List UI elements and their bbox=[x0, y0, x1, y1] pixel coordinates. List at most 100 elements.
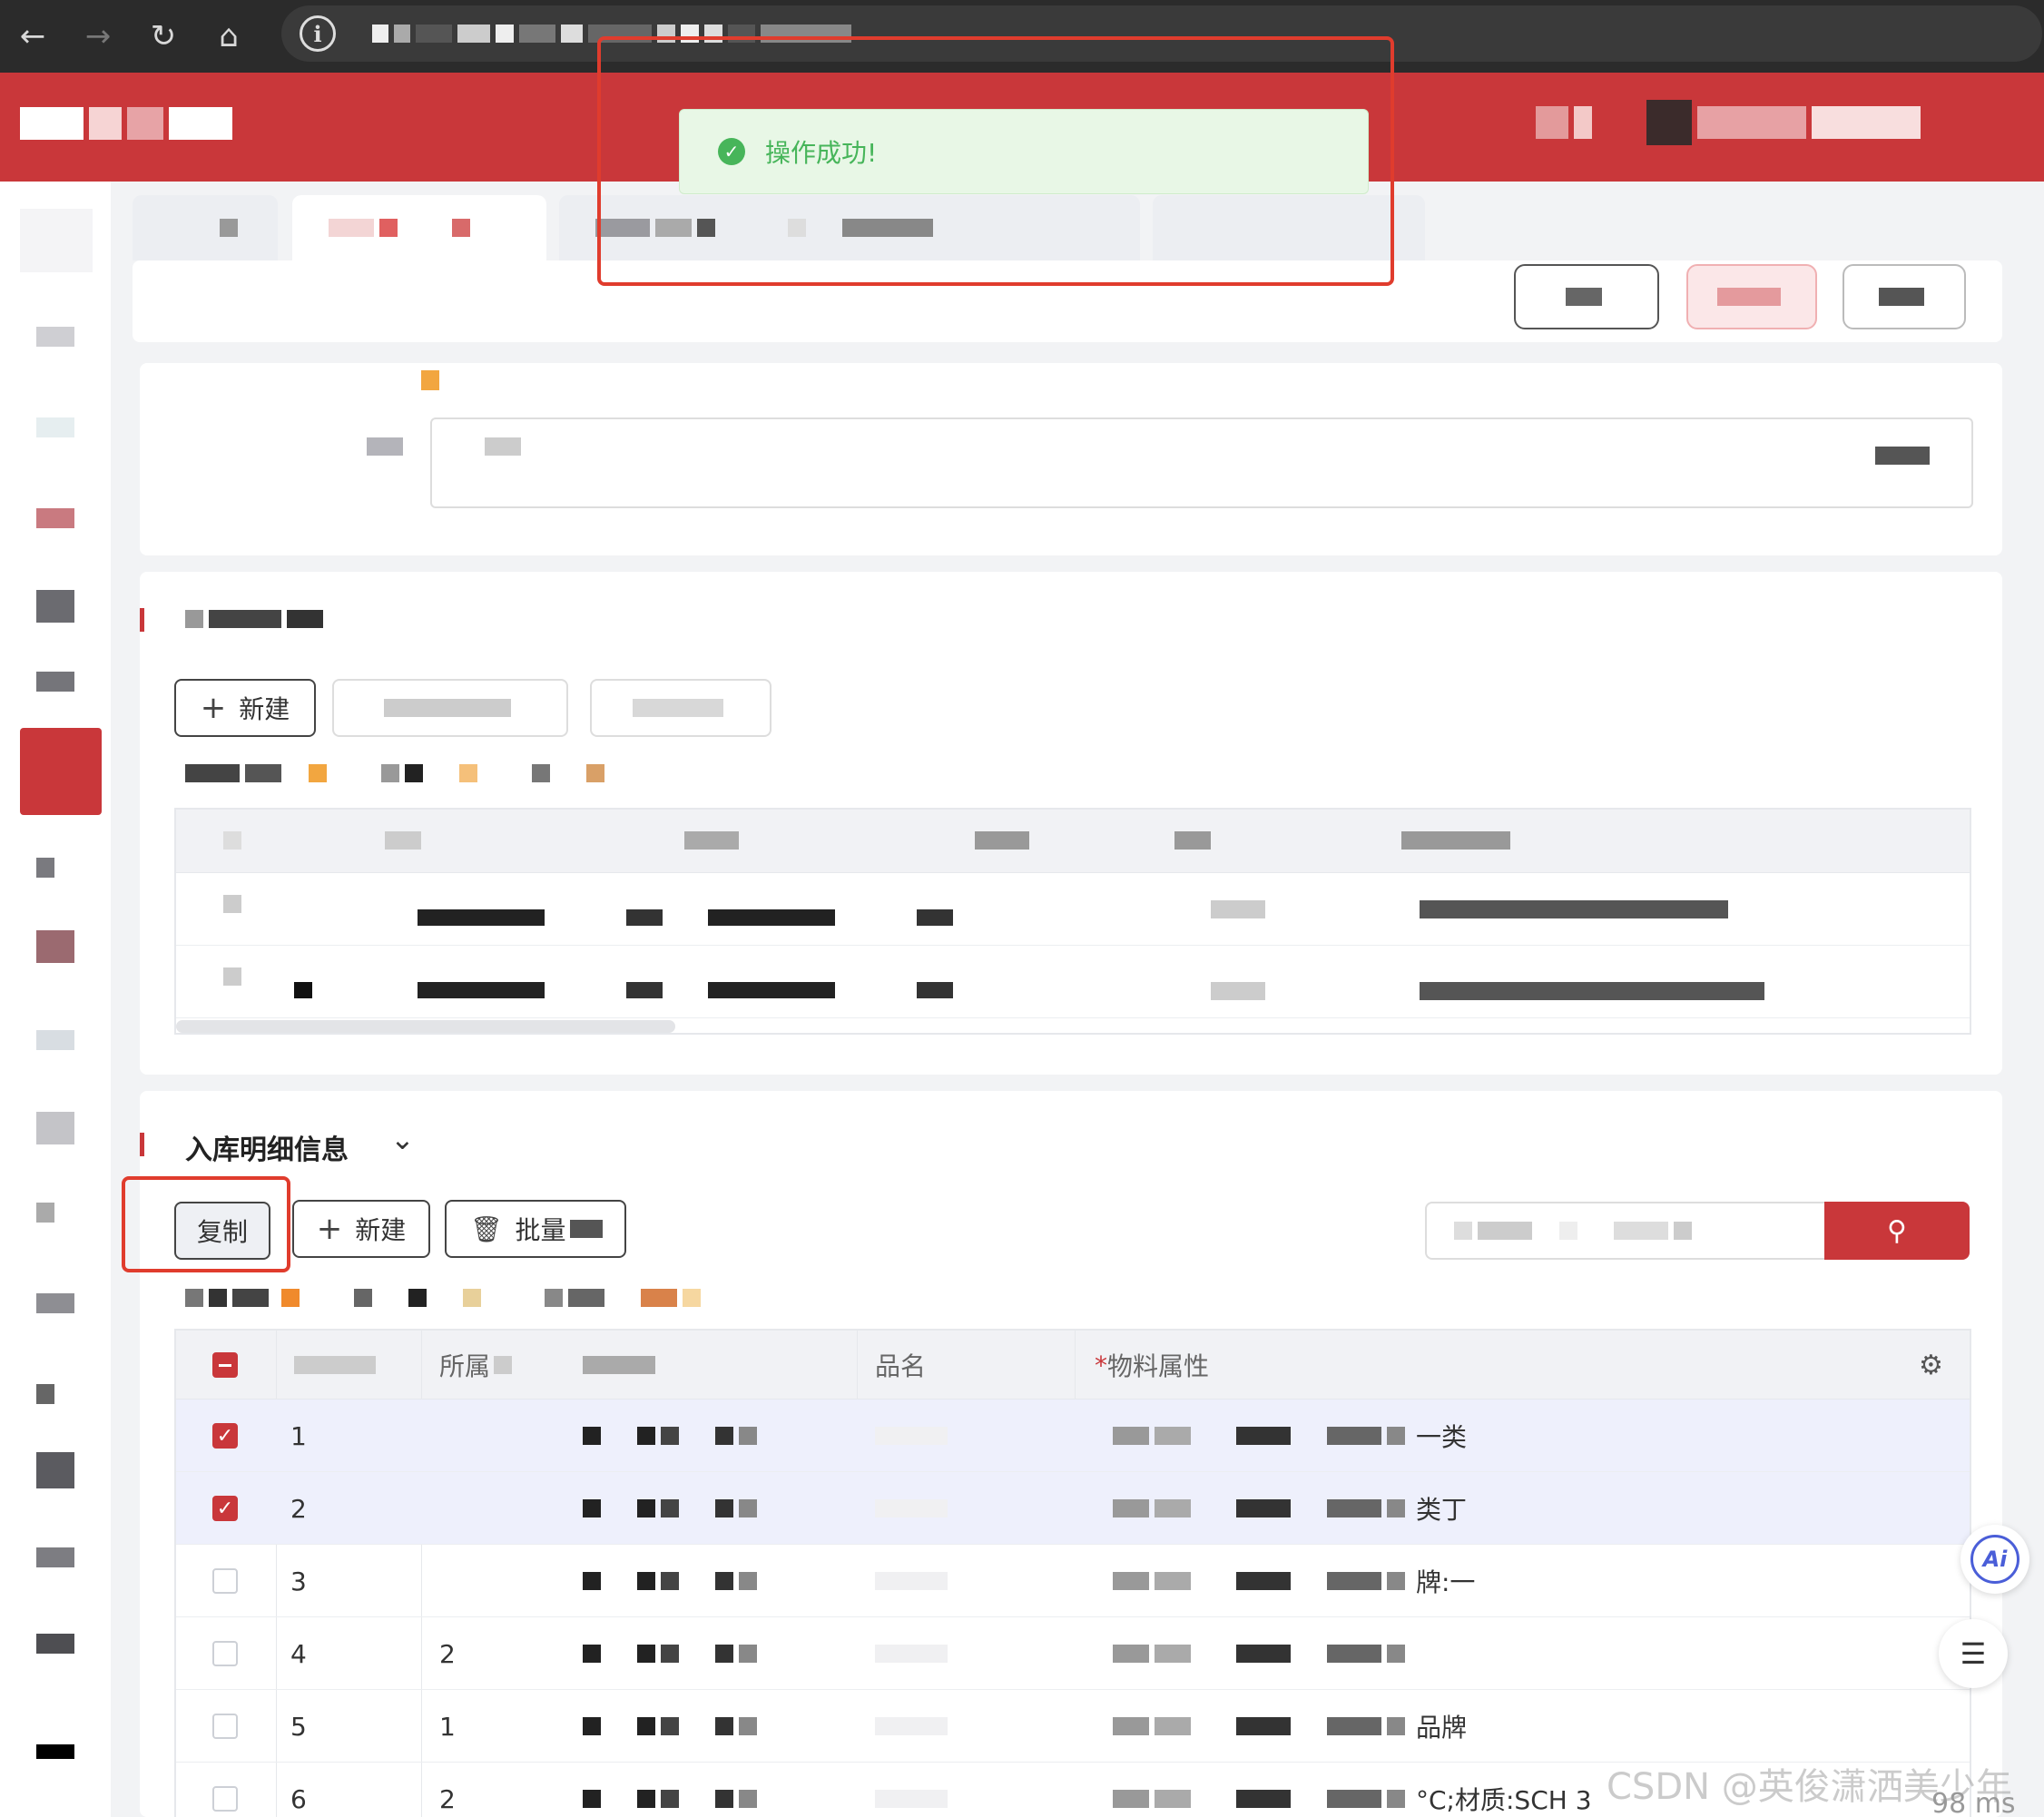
section-marker bbox=[140, 1133, 144, 1156]
row-checkbox[interactable] bbox=[212, 1545, 238, 1617]
action-button[interactable] bbox=[1514, 264, 1659, 329]
sidebar-item[interactable] bbox=[36, 508, 74, 528]
sidebar-item[interactable] bbox=[36, 1293, 74, 1313]
ai-assistant-button[interactable]: Ai bbox=[1960, 1525, 2029, 1594]
action-button-primary[interactable] bbox=[1686, 264, 1817, 329]
table-header: 所属 品名 * 物料属性 ⚙ bbox=[176, 1331, 1970, 1400]
row-code bbox=[583, 1400, 762, 1472]
table-row[interactable]: 5 1 品牌 bbox=[176, 1690, 1970, 1763]
table-row[interactable] bbox=[176, 873, 1970, 946]
table-row[interactable]: 3 牌:一 bbox=[176, 1545, 1970, 1617]
new-button[interactable]: + 新建 bbox=[292, 1200, 430, 1258]
copy-button[interactable]: 复制 bbox=[174, 1202, 270, 1260]
row-code bbox=[583, 1472, 762, 1545]
row-index: 6 bbox=[290, 1783, 307, 1814]
row-checkbox[interactable]: ✓ bbox=[212, 1472, 238, 1545]
gear-icon[interactable]: ⚙ bbox=[1919, 1331, 1943, 1400]
form-textarea[interactable] bbox=[430, 417, 1973, 508]
latency-indicator: 98 ms bbox=[1931, 1788, 2016, 1817]
section-marker bbox=[140, 608, 144, 632]
select-all-checkbox[interactable] bbox=[212, 1331, 238, 1400]
action-bar bbox=[133, 260, 2002, 342]
row-attr: 牌:一 bbox=[1113, 1545, 1475, 1617]
row-attr bbox=[1113, 1617, 1416, 1690]
user-info[interactable] bbox=[1536, 100, 1926, 145]
new-button[interactable]: + 新建 bbox=[174, 679, 316, 737]
row-index: 5 bbox=[290, 1711, 307, 1742]
required-marker bbox=[421, 370, 439, 390]
address-bar[interactable]: i bbox=[281, 5, 2042, 62]
row-name bbox=[875, 1763, 953, 1817]
row-owner: 1 bbox=[439, 1711, 456, 1742]
search-input[interactable] bbox=[1425, 1202, 1824, 1260]
new-button-label: 新建 bbox=[355, 1215, 407, 1245]
sidebar-item[interactable] bbox=[36, 930, 74, 963]
sidebar-item[interactable] bbox=[36, 1384, 54, 1404]
row-index: 4 bbox=[290, 1638, 307, 1669]
list-menu-icon[interactable]: ☰ bbox=[1939, 1619, 2008, 1688]
site-info-icon[interactable]: i bbox=[300, 15, 336, 52]
home-icon[interactable]: ⌂ bbox=[196, 0, 261, 73]
row-checkbox[interactable] bbox=[212, 1690, 238, 1763]
row-checkbox[interactable]: ✓ bbox=[212, 1400, 238, 1472]
sidebar-item[interactable] bbox=[36, 1634, 74, 1654]
col-owner-header: 所属 bbox=[439, 1331, 517, 1400]
row-index: 2 bbox=[290, 1493, 307, 1524]
row-code bbox=[583, 1545, 762, 1617]
table-row[interactable]: ✓ 2 类丁 bbox=[176, 1472, 1970, 1545]
sidebar-collapse[interactable] bbox=[20, 209, 93, 272]
sidebar-item[interactable] bbox=[36, 1547, 74, 1567]
forward-arrow-icon[interactable]: → bbox=[65, 0, 131, 73]
table-row[interactable]: 42 bbox=[176, 1617, 1970, 1690]
section-1-table bbox=[174, 808, 1971, 1035]
section-2-card: 入库明细信息 ⌄ 复制 + 新建 🗑 批量 所属 品名 * 物料属性 ⚙ ✓ 1 一类 ✓ 2… bbox=[140, 1091, 2002, 1817]
row-code bbox=[583, 1763, 762, 1817]
toast-message: 操作成功! bbox=[765, 138, 878, 168]
detail-table: 所属 品名 * 物料属性 ⚙ ✓ 1 一类 ✓ 2 类丁 3 牌:一 4 2 5 1 品牌 6 2 °C;材质:… bbox=[174, 1329, 1971, 1817]
section-2-title: 入库明细信息 bbox=[185, 1134, 349, 1166]
sidebar-item[interactable] bbox=[36, 327, 74, 347]
sidebar-item[interactable] bbox=[36, 858, 54, 878]
check-circle-icon: ✓ bbox=[718, 138, 745, 165]
action-button[interactable] bbox=[1843, 264, 1966, 329]
row-name bbox=[875, 1690, 953, 1763]
section-1-summary bbox=[185, 764, 610, 782]
row-attr: 类丁 bbox=[1113, 1472, 1467, 1545]
row-checkbox[interactable] bbox=[212, 1763, 238, 1817]
sidebar-item[interactable] bbox=[36, 1030, 74, 1050]
success-toast: ✓ 操作成功! bbox=[679, 109, 1369, 194]
tab[interactable] bbox=[133, 195, 278, 260]
search-button[interactable]: ⚲ bbox=[1824, 1202, 1970, 1260]
row-code bbox=[583, 1690, 762, 1763]
section-1-title bbox=[185, 610, 329, 628]
tab-active[interactable] bbox=[292, 195, 546, 260]
reload-icon[interactable]: ↻ bbox=[131, 0, 196, 73]
sidebar-item[interactable] bbox=[36, 1112, 74, 1144]
row-code bbox=[583, 1617, 762, 1690]
chevron-down-icon[interactable]: ⌄ bbox=[390, 1122, 415, 1156]
sidebar-item[interactable] bbox=[36, 672, 74, 692]
sidebar-item[interactable] bbox=[36, 1203, 54, 1223]
sidebar-item[interactable] bbox=[36, 1452, 74, 1488]
tab[interactable] bbox=[1153, 195, 1425, 260]
redacted-url bbox=[372, 25, 857, 43]
table-row[interactable] bbox=[176, 946, 1970, 1018]
section-1-action-button[interactable] bbox=[332, 679, 568, 737]
copy-button-label: 复制 bbox=[196, 1217, 248, 1247]
batch-delete-button[interactable]: 🗑 批量 bbox=[445, 1200, 626, 1258]
trash-icon: 🗑 bbox=[470, 1213, 503, 1244]
row-checkbox[interactable] bbox=[212, 1617, 238, 1690]
table-row[interactable]: ✓ 1 一类 bbox=[176, 1400, 1970, 1472]
row-attr: °C;材质:SCH 3 bbox=[1113, 1763, 1592, 1817]
sidebar-item[interactable] bbox=[36, 417, 74, 437]
tab[interactable] bbox=[559, 195, 1140, 260]
sidebar-item[interactable] bbox=[36, 1744, 74, 1759]
section-1-action-button[interactable] bbox=[590, 679, 771, 737]
batch-button-label: 批量 bbox=[515, 1215, 566, 1245]
back-arrow-icon[interactable]: ← bbox=[0, 0, 65, 73]
sidebar-item-active[interactable] bbox=[20, 728, 102, 815]
app-logo[interactable] bbox=[20, 107, 238, 140]
horizontal-scrollbar[interactable] bbox=[176, 1020, 675, 1033]
row-name bbox=[875, 1400, 953, 1472]
sidebar-item[interactable] bbox=[36, 590, 74, 623]
